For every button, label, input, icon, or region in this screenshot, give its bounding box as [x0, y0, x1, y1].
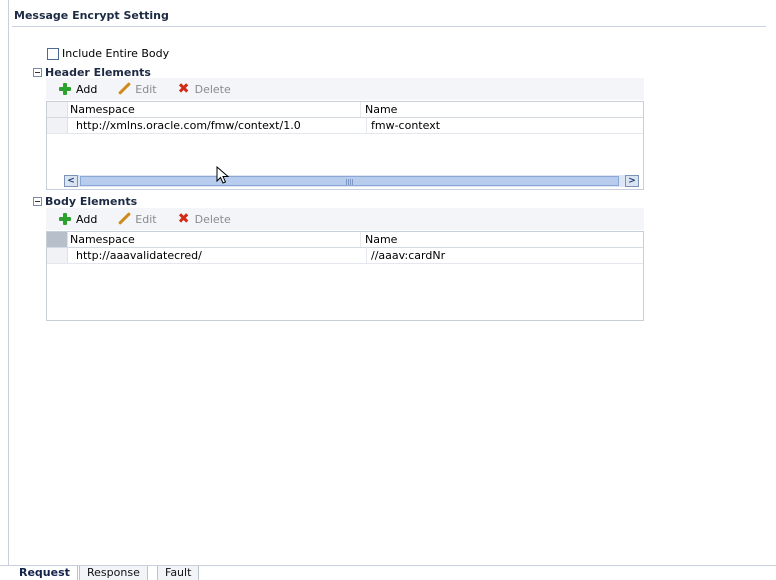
body-elements-heading: Body Elements: [33, 195, 137, 208]
header-delete-button[interactable]: ✖ Delete: [177, 82, 231, 96]
header-add-label: Add: [76, 82, 98, 96]
title-divider: [12, 26, 766, 27]
collapse-header-icon[interactable]: [33, 68, 42, 77]
table-header-row: Namespace Name: [47, 232, 643, 248]
tab-response[interactable]: Response: [79, 566, 148, 580]
body-elements-title: Body Elements: [45, 195, 138, 208]
horizontal-scrollbar[interactable]: < >: [64, 175, 639, 187]
table-row[interactable]: http://xmlns.oracle.com/fmw/context/1.0 …: [47, 118, 643, 134]
header-delete-label: Delete: [194, 82, 231, 96]
header-elements-table: Namespace Name http://xmlns.oracle.com/f…: [46, 101, 644, 190]
pencil-icon: [117, 82, 131, 96]
name-column-header[interactable]: Name: [360, 102, 643, 117]
header-edit-button[interactable]: Edit: [117, 82, 156, 96]
plus-icon: [58, 212, 72, 226]
arrow-right-icon[interactable]: >: [625, 175, 639, 187]
row-selector[interactable]: [47, 248, 68, 263]
delete-x-icon: ✖: [177, 81, 190, 97]
body-edit-label: Edit: [135, 212, 157, 226]
include-body-label: Include Entire Body: [62, 47, 170, 60]
body-add-button[interactable]: Add: [58, 212, 97, 226]
arrow-left-icon[interactable]: <: [64, 175, 78, 187]
body-add-label: Add: [76, 212, 98, 226]
tab-fault[interactable]: Fault: [157, 566, 200, 580]
namespace-column-header[interactable]: Namespace: [68, 102, 360, 117]
name-column-header[interactable]: Name: [360, 232, 643, 247]
tab-request[interactable]: Request: [12, 566, 78, 580]
body-edit-button[interactable]: Edit: [117, 212, 156, 226]
namespace-column-header[interactable]: Namespace: [68, 232, 360, 247]
tab-bar: Request Response Fault: [0, 565, 776, 580]
table-row[interactable]: http://aaavalidatecred/ //aaav:cardNr: [47, 248, 643, 264]
body-elements-table: Namespace Name http://aaavalidatecred/ /…: [46, 231, 644, 321]
include-body-option[interactable]: Include Entire Body: [47, 47, 169, 60]
grip-icon: [345, 179, 354, 185]
delete-x-icon: ✖: [177, 211, 190, 227]
collapse-body-icon[interactable]: [33, 197, 42, 206]
page-title: Message Encrypt Setting: [14, 9, 169, 22]
body-delete-button[interactable]: ✖ Delete: [177, 212, 231, 226]
plus-icon: [58, 82, 72, 96]
namespace-cell: http://xmlns.oracle.com/fmw/context/1.0: [76, 119, 301, 132]
scrollbar-thumb[interactable]: [80, 176, 619, 186]
scrollbar-track[interactable]: [78, 175, 625, 187]
body-toolbar: Add Edit ✖ Delete: [46, 208, 644, 230]
header-edit-label: Edit: [135, 82, 157, 96]
header-add-button[interactable]: Add: [58, 82, 97, 96]
row-selector[interactable]: [47, 118, 68, 133]
pencil-icon: [117, 212, 131, 226]
name-cell: //aaav:cardNr: [366, 248, 643, 263]
body-delete-label: Delete: [194, 212, 231, 226]
name-cell: fmw-context: [366, 118, 643, 133]
namespace-cell: http://aaavalidatecred/: [76, 249, 202, 262]
header-toolbar: Add Edit ✖ Delete: [46, 78, 644, 100]
select-column-header: [47, 102, 68, 117]
mouse-pointer-icon: [216, 166, 230, 184]
panel-left-border: [8, 0, 9, 565]
select-column-header: [47, 232, 68, 247]
table-header-row: Namespace Name: [47, 102, 643, 118]
include-body-checkbox[interactable]: [47, 47, 59, 60]
